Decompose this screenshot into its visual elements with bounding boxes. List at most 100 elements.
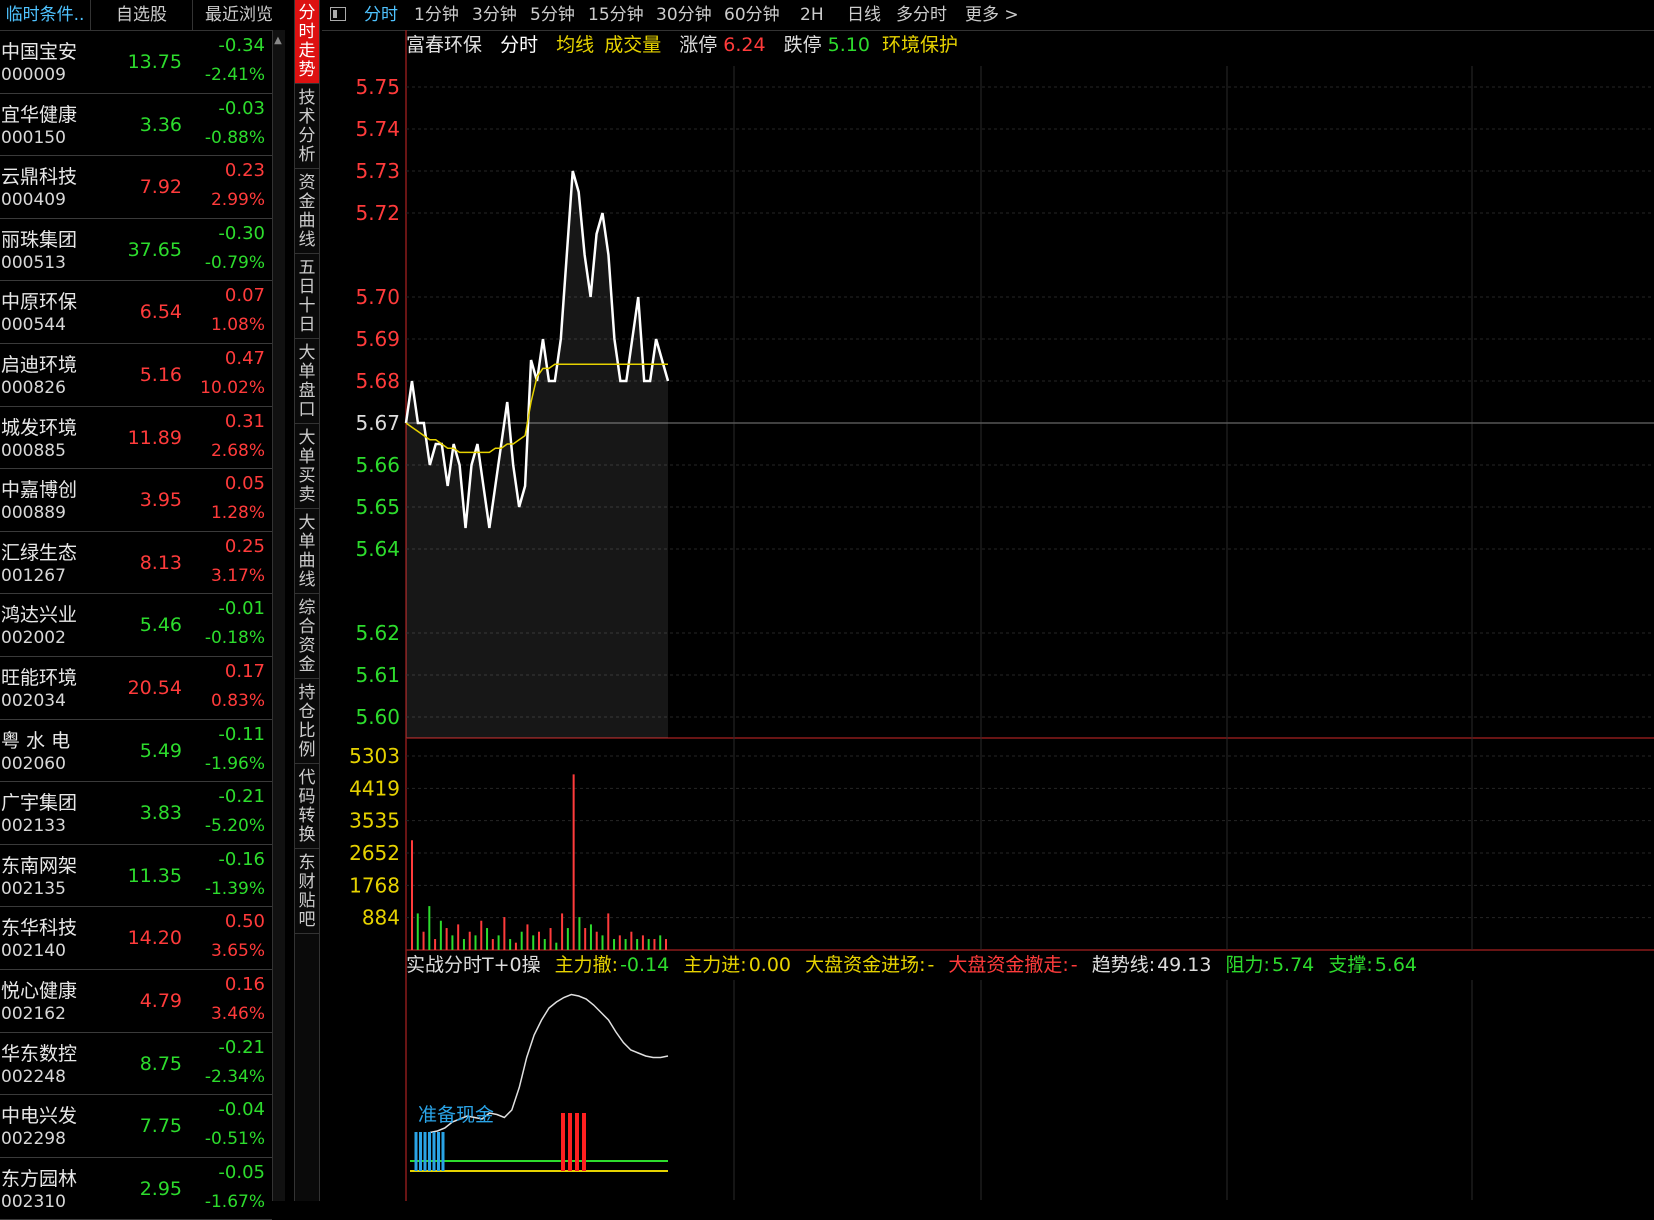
stock-row[interactable]: 丽珠集团 000513 37.65 -0.30 -0.79% (0, 219, 272, 282)
main-in-label: 主力进: (683, 954, 747, 976)
stock-name: 华东数控 (1, 1042, 78, 1065)
vtab-2[interactable]: 资金曲线 (295, 170, 319, 254)
price-tick-label: 5.73 (355, 159, 400, 183)
vtab-6[interactable]: 大单曲线 (295, 510, 319, 594)
chart-title-bar: 富春环保 分时 均线 成交量 涨停 6.24 跌停 5.10 环境保护 (406, 31, 970, 59)
chart-area[interactable]: 5.75 5.74 5.73 5.72 5.70 5.69 5.68 5.67 5.66 5.65… (322, 30, 1654, 1201)
stock-name: 中嘉博创 (1, 479, 78, 502)
stock-code: 000544 (1, 315, 66, 336)
stock-name: 云鼎科技 (1, 166, 78, 189)
stock-change-pct: -5.20% (204, 816, 265, 837)
stock-list-panel: 临时条件.. 自选股 最近浏览 中国宝安 000009 13.75 -0.34 -2.4… (0, 0, 273, 1220)
period-0[interactable]: 分时 (364, 0, 398, 30)
stock-row[interactable]: 宜华健康 000150 3.36 -0.03 -0.88% (0, 94, 272, 157)
stock-change-pct: -2.34% (204, 1066, 265, 1087)
period-1[interactable]: 1分钟 (414, 0, 459, 30)
stock-change: 0.50 (224, 911, 265, 933)
period-4[interactable]: 15分钟 (588, 0, 644, 30)
stock-row[interactable]: 城发环境 000885 11.89 0.31 2.68% (0, 407, 272, 470)
price-tick-label: 5.68 (355, 369, 400, 393)
stock-row[interactable]: 汇绿生态 001267 8.13 0.25 3.17% (0, 532, 272, 595)
market-in-label: 大盘资金进场: (805, 954, 926, 976)
limit-up-value: 6.24 (723, 34, 766, 56)
vtab-7[interactable]: 综合资金 (295, 595, 319, 679)
period-7[interactable]: 2H (800, 0, 824, 30)
stock-price: 5.46 (139, 614, 182, 637)
stock-row[interactable]: 旺能环境 002034 20.54 0.17 0.83% (0, 657, 272, 720)
period-5[interactable]: 30分钟 (656, 0, 712, 30)
vtab-9[interactable]: 代码转换 (295, 765, 319, 849)
stock-code: 000826 (1, 377, 66, 398)
stock-change-pct: -0.18% (204, 628, 265, 649)
vtab-8[interactable]: 持仓比例 (295, 680, 319, 764)
stock-code: 002002 (1, 628, 66, 649)
stock-row[interactable]: 中嘉博创 000889 3.95 0.05 1.28% (0, 469, 272, 532)
price-tick-label: 5.65 (355, 495, 400, 519)
stock-code: 002133 (1, 816, 66, 837)
stock-change: 0.16 (224, 973, 265, 995)
stock-row[interactable]: 广宇集团 002133 3.83 -0.21 -5.20% (0, 782, 272, 845)
stock-row[interactable]: 启迪环境 000826 5.16 0.47 10.02% (0, 344, 272, 407)
vtab-4[interactable]: 大单盘口 (295, 340, 319, 424)
stock-row[interactable]: 粤 水 电 002060 5.49 -0.11 -1.96% (0, 720, 272, 783)
stock-change: -0.16 (218, 848, 265, 870)
stock-change: -0.01 (218, 598, 265, 620)
stock-change-pct: -0.79% (204, 252, 265, 273)
stock-change-pct: 1.08% (210, 315, 265, 336)
period-3[interactable]: 5分钟 (530, 0, 575, 30)
main-out-value: -0.14 (620, 954, 670, 976)
period-10[interactable]: 更多 > (965, 0, 1019, 30)
period-toolbar: 分时 1分钟 3分钟 5分钟 15分钟 30分钟 60分钟 2H 日线 多分时 更多 > (322, 0, 1654, 31)
stock-change-pct: -1.67% (204, 1191, 265, 1212)
stock-change-pct: 3.17% (210, 565, 265, 586)
vtab-5[interactable]: 大单买卖 (295, 425, 319, 509)
period-6[interactable]: 60分钟 (724, 0, 780, 30)
stock-row[interactable]: 东南网架 002135 11.35 -0.16 -1.39% (0, 845, 272, 908)
vtab-10[interactable]: 东财贴吧 (295, 850, 319, 934)
stock-price: 5.49 (139, 739, 182, 762)
stock-row[interactable]: 中原环保 000544 6.54 0.07 1.08% (0, 281, 272, 344)
stock-price: 11.35 (127, 864, 182, 887)
stock-price: 6.54 (139, 301, 182, 324)
stock-code: 002298 (1, 1129, 66, 1150)
volume-tick-label: 3535 (349, 809, 400, 833)
stock-change-pct: -0.88% (204, 127, 265, 148)
stock-row[interactable]: 东华科技 002140 14.20 0.50 3.65% (0, 907, 272, 970)
stock-name: 悦心健康 (1, 979, 78, 1002)
stock-price: 2.95 (139, 1177, 182, 1200)
stock-name: 中原环保 (1, 291, 78, 314)
market-in-value: - (927, 954, 935, 976)
panel-toggle-icon[interactable] (330, 7, 346, 21)
tab-temp-conditions[interactable]: 临时条件.. (0, 0, 91, 30)
vtab-3[interactable]: 五日十日 (295, 255, 319, 339)
vtab-0[interactable]: 分时走势 (295, 0, 319, 84)
price-tick-label: 5.66 (355, 453, 400, 477)
stock-change: -0.04 (218, 1099, 265, 1121)
stock-row[interactable]: 悦心健康 002162 4.79 0.16 3.46% (0, 970, 272, 1033)
scroll-up-icon[interactable]: ▲ (273, 34, 283, 48)
stock-row[interactable]: 鸿达兴业 002002 5.46 -0.01 -0.18% (0, 594, 272, 657)
stock-change-pct: 2.99% (210, 190, 265, 211)
stock-row[interactable]: 东方园林 002310 2.95 -0.05 -1.67% (0, 1158, 272, 1220)
stock-row[interactable]: 云鼎科技 000409 7.92 0.23 2.99% (0, 156, 272, 219)
stock-list-tabs: 临时条件.. 自选股 最近浏览 (0, 0, 273, 31)
stock-change: -0.21 (218, 1036, 265, 1058)
period-8[interactable]: 日线 (847, 0, 881, 30)
tab-watchlist[interactable]: 自选股 (91, 0, 193, 30)
stock-change-pct: 0.83% (210, 690, 265, 711)
period-9[interactable]: 多分时 (896, 0, 947, 30)
stock-code: 002310 (1, 1191, 66, 1212)
price-tick-label: 5.69 (355, 327, 400, 351)
stock-change-pct: 10.02% (200, 377, 265, 398)
stock-change-pct: 2.68% (210, 440, 265, 461)
vtab-1[interactable]: 技术分析 (295, 85, 319, 169)
stock-row[interactable]: 中国宝安 000009 13.75 -0.34 -2.41% (0, 31, 272, 94)
stock-list-scrollbar[interactable] (272, 30, 285, 1201)
stock-row[interactable]: 华东数控 002248 8.75 -0.21 -2.34% (0, 1033, 272, 1096)
stock-row[interactable]: 中电兴发 002298 7.75 -0.04 -0.51% (0, 1095, 272, 1158)
period-2[interactable]: 3分钟 (472, 0, 517, 30)
stock-code: 000889 (1, 503, 66, 524)
market-out-value: - (1070, 954, 1078, 976)
price-tick-label: 5.60 (355, 705, 400, 729)
tab-recent[interactable]: 最近浏览 (193, 0, 285, 30)
